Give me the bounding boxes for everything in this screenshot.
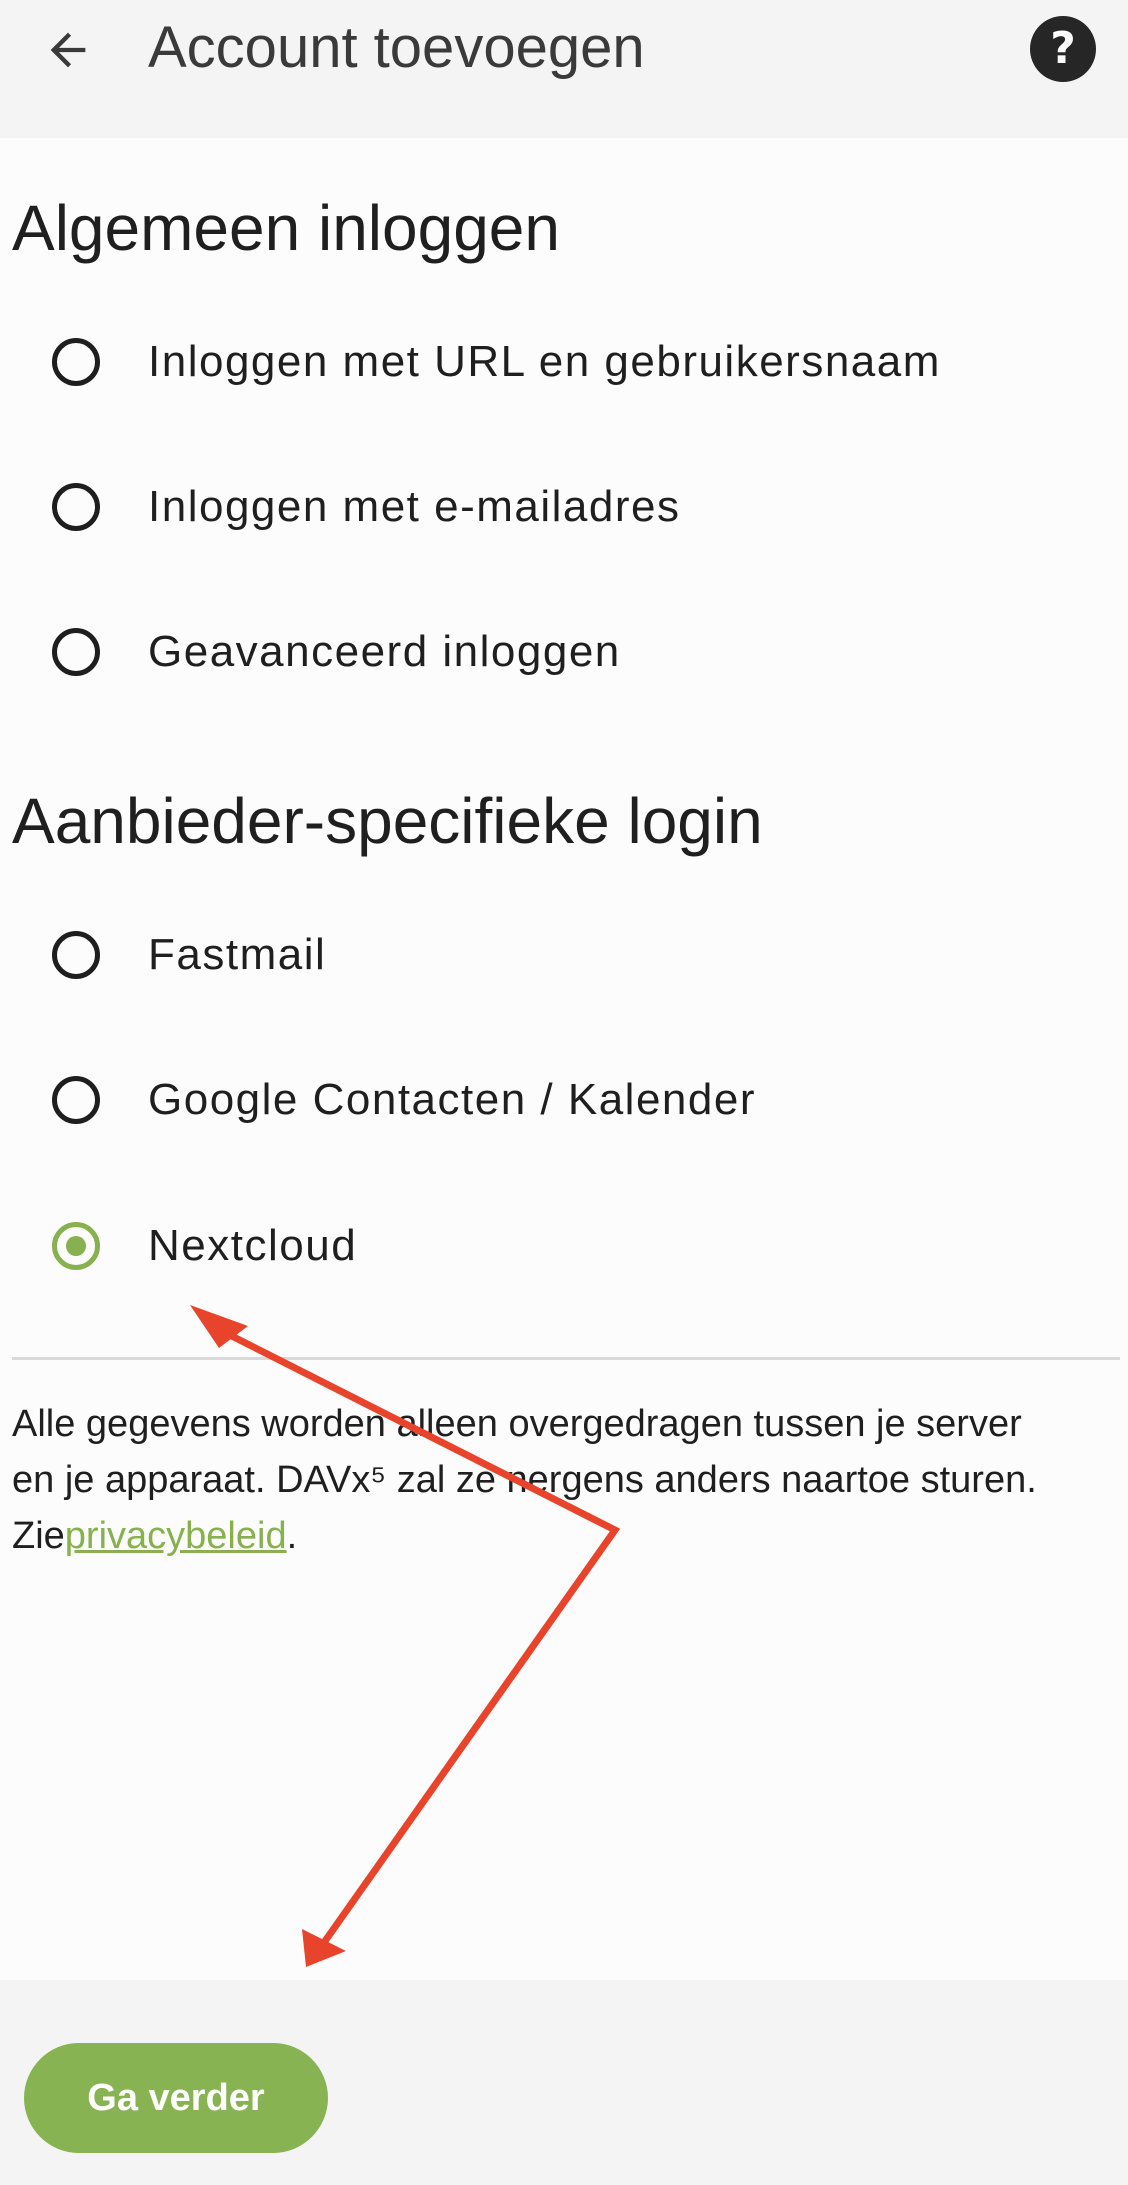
option-provider-nextcloud[interactable]: Nextcloud <box>0 1194 1128 1304</box>
info-line-privacy: Zieprivacybeleid. <box>12 1508 1122 1564</box>
option-label: Fastmail <box>148 930 327 979</box>
privacy-policy-link[interactable]: privacybeleid <box>65 1515 287 1557</box>
option-login-url-username[interactable]: Inloggen met URL en gebruikersnaam <box>0 310 1128 420</box>
option-label: Geavanceerd inloggen <box>148 627 621 676</box>
radio-button[interactable] <box>52 338 100 386</box>
radio-button[interactable] <box>52 1076 100 1124</box>
radio-button[interactable] <box>52 931 100 979</box>
option-label: Google Contacten / Kalender <box>148 1075 756 1124</box>
radio-button[interactable] <box>52 483 100 531</box>
privacy-info-text: Alle gegevens worden alleen overgedragen… <box>12 1396 1122 1564</box>
continue-button[interactable]: Ga verder <box>24 2043 328 2153</box>
option-login-email[interactable]: Inloggen met e-mailadres <box>0 455 1128 565</box>
option-label: Nextcloud <box>148 1221 358 1270</box>
help-circle-icon: ? <box>1050 23 1076 74</box>
option-login-advanced[interactable]: Geavanceerd inloggen <box>0 600 1128 710</box>
radio-button[interactable] <box>52 628 100 676</box>
info-line: en je apparaat. DAVx⁵ zal ze nergens and… <box>12 1459 1037 1501</box>
option-provider-google[interactable]: Google Contacten / Kalender <box>0 1048 1128 1158</box>
divider <box>12 1357 1120 1360</box>
section-title-general-login: Algemeen inloggen <box>12 192 560 264</box>
radio-selected-dot <box>66 1236 86 1256</box>
annotation-arrowhead-nextcloud <box>190 1305 248 1348</box>
option-provider-fastmail[interactable]: Fastmail <box>0 903 1128 1013</box>
app-bar: Account toevoegen ? <box>0 0 1128 138</box>
help-button[interactable]: ? <box>1030 16 1096 82</box>
back-button[interactable] <box>28 2 108 98</box>
info-prefix: Zie <box>12 1515 65 1557</box>
arrow-back-icon <box>50 32 86 68</box>
radio-button-selected[interactable] <box>52 1222 100 1270</box>
section-title-provider-login: Aanbieder-specifieke login <box>12 785 763 857</box>
info-suffix: . <box>286 1515 298 1557</box>
page-title: Account toevoegen <box>148 15 645 80</box>
option-label: Inloggen met URL en gebruikersnaam <box>148 337 941 386</box>
info-line: Alle gegevens worden alleen overgedragen… <box>12 1403 1022 1445</box>
annotation-arrowhead-continue <box>302 1929 346 1967</box>
option-label: Inloggen met e-mailadres <box>148 482 681 531</box>
